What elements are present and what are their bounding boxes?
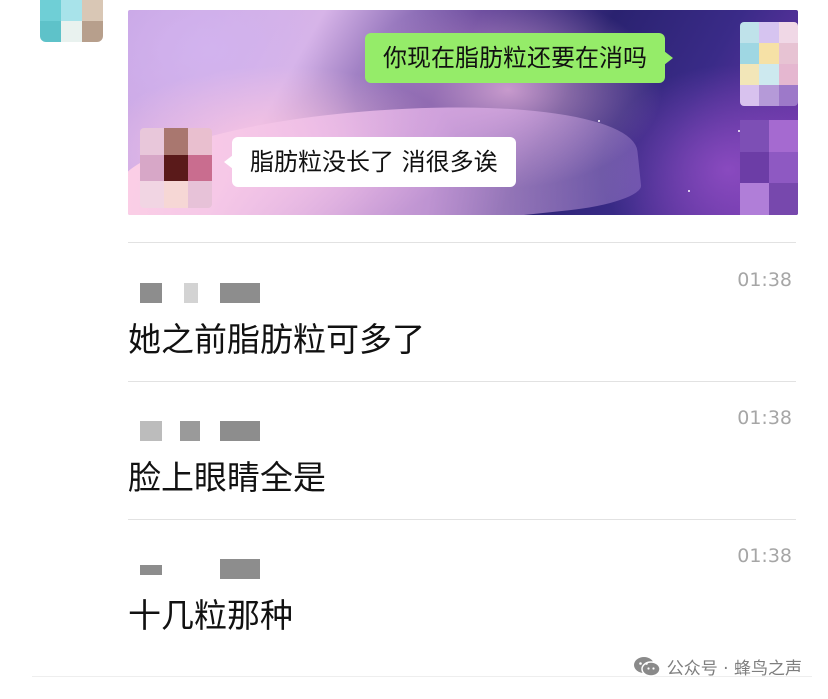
list-item[interactable]: 01:38 脸上眼睛全是 xyxy=(128,381,796,519)
avatar-top-left[interactable] xyxy=(40,0,103,42)
received-message-text: 脂肪粒没长了 消很多诶 xyxy=(250,148,498,176)
list-item[interactable]: 01:38 她之前脂肪粒可多了 xyxy=(128,243,796,381)
message-text: 脸上眼睛全是 xyxy=(128,458,326,497)
message-text: 十几粒那种 xyxy=(128,596,293,635)
received-message-bubble: 脂肪粒没长了 消很多诶 xyxy=(224,137,516,187)
message-time: 01:38 xyxy=(737,269,792,291)
footer-label: 公众号 · 蜂鸟之声 xyxy=(666,659,802,679)
footer-watermark: 公众号 · 蜂鸟之声 xyxy=(633,654,802,679)
background-pixel-block xyxy=(740,120,798,215)
sent-message-text: 你现在脂肪粒还要在消吗 xyxy=(383,44,647,72)
sender-avatar[interactable] xyxy=(740,22,798,106)
list-item[interactable]: 01:38 十几粒那种 xyxy=(128,519,796,657)
message-time: 01:38 xyxy=(737,545,792,567)
wechat-icon xyxy=(633,656,661,677)
receiver-avatar[interactable] xyxy=(140,128,212,208)
message-time: 01:38 xyxy=(737,407,792,429)
sent-message-bubble: 你现在脂肪粒还要在消吗 xyxy=(365,33,673,83)
embedded-chat-screenshot: 你现在脂肪粒还要在消吗 脂肪粒没长了 消很多诶 xyxy=(128,10,798,215)
message-text: 她之前脂肪粒可多了 xyxy=(128,320,425,359)
background-star xyxy=(598,120,600,122)
background-star xyxy=(688,190,690,192)
